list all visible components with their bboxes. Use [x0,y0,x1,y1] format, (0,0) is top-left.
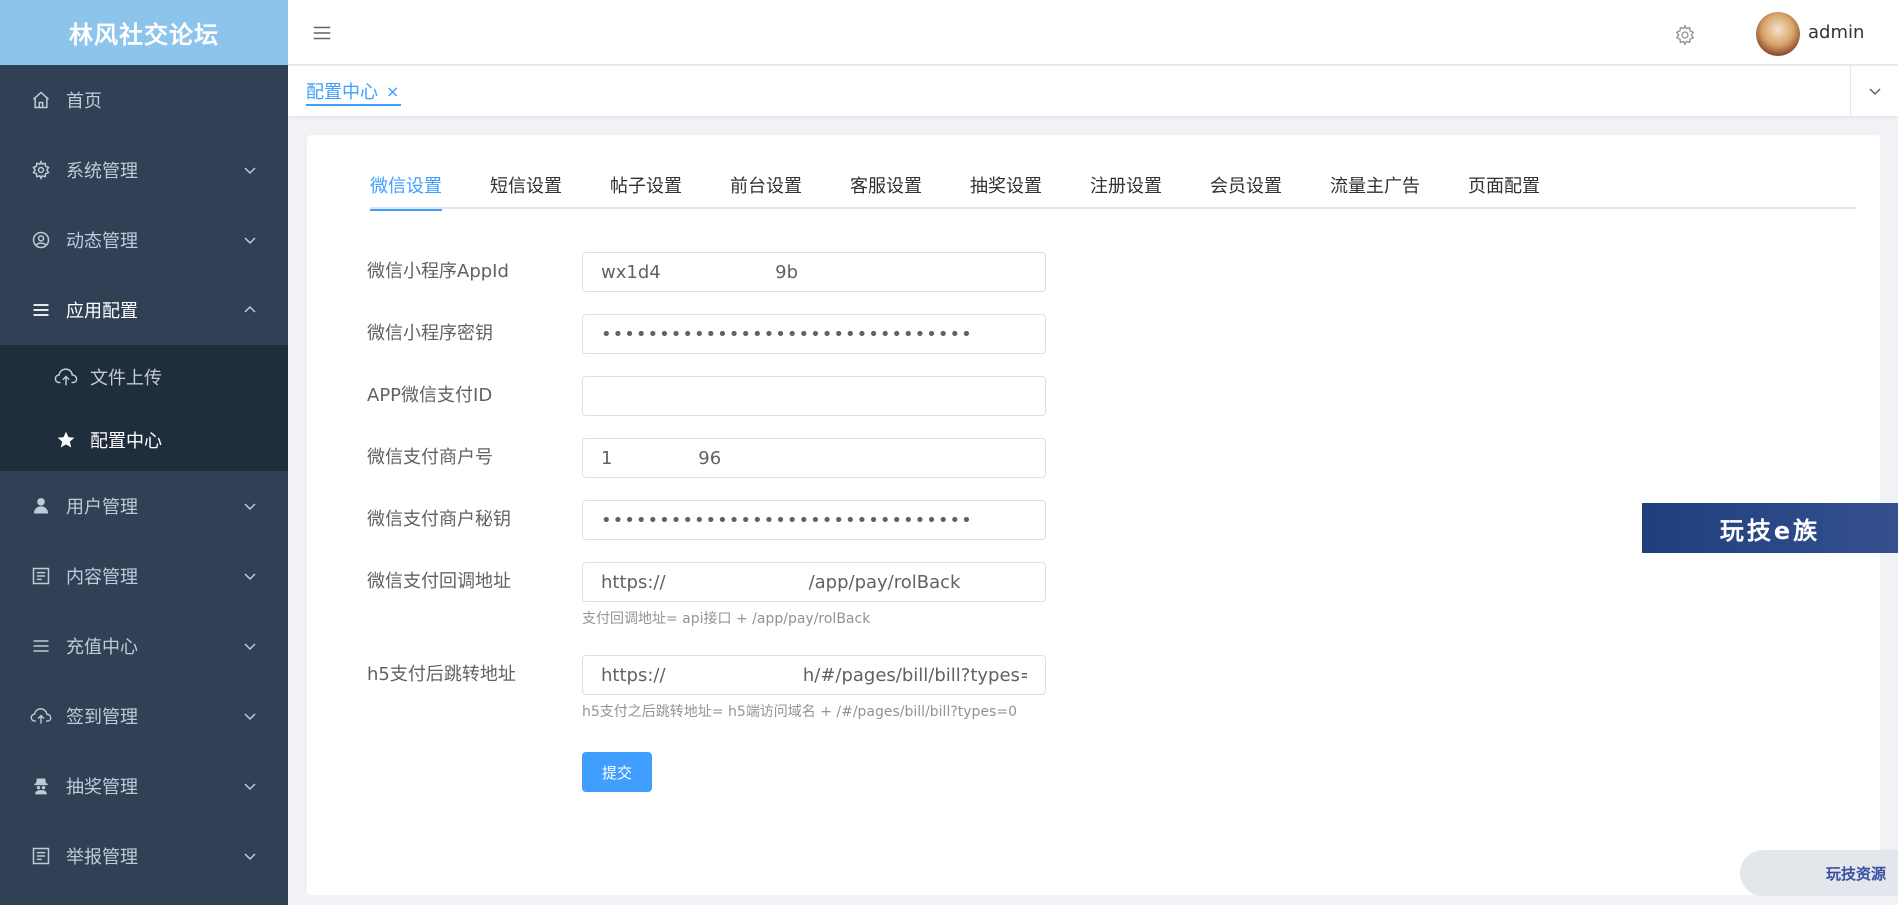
sub-item-label: 文件上传 [90,367,162,389]
tab-posts[interactable]: 帖子设置 [610,173,682,209]
spy-icon [30,775,52,797]
settings-gear-icon[interactable] [1674,24,1696,46]
chevron-down-icon [244,643,256,651]
close-icon[interactable]: × [386,82,399,101]
star-icon [54,428,78,452]
document-icon [30,845,52,867]
app-logo-title: 林风社交论坛 [0,0,288,65]
tag-config-center[interactable]: 配置中心 × [306,78,402,106]
sidebar-item-label: 用户管理 [66,497,138,518]
hamburger-icon[interactable] [311,22,333,44]
tab-traffic-ads[interactable]: 流量主广告 [1330,173,1420,209]
sidebar-menu: 首页 系统管理 动态管理 应用配置 [0,65,288,345]
sidebar-item-home[interactable]: 首页 [0,65,288,135]
mch-id-label: 微信支付商户号 [367,447,493,468]
sidebar: 林风社交论坛 首页 系统管理 动态管理 应用配置 文件上传 配置中心 用户管理 … [0,0,288,905]
tab-lottery[interactable]: 抽奖设置 [970,173,1042,209]
app-pay-id-label: APP微信支付ID [367,385,493,406]
chevron-down-icon [244,853,256,861]
app-pay-id-input[interactable] [582,376,1046,416]
sidebar-item-checkin[interactable]: 签到管理 [0,681,288,751]
document-icon [30,565,52,587]
top-header: admin [288,0,1898,65]
appid-label: 微信小程序AppId [367,261,509,282]
submit-button[interactable]: 提交 [582,752,652,792]
sidebar-item-label: 动态管理 [66,231,138,252]
sidebar-item-dynamics[interactable]: 动态管理 [0,205,288,275]
app-config-submenu: 文件上传 配置中心 [0,345,288,471]
sidebar-item-label: 系统管理 [66,161,138,182]
tab-register[interactable]: 注册设置 [1090,173,1162,209]
callback-hint: 支付回调地址= api接口 + /app/pay/rolBack [582,611,871,627]
sidebar-item-label: 签到管理 [66,707,138,728]
tab-wechat[interactable]: 微信设置 [370,173,442,211]
callback-label: 微信支付回调地址 [367,571,511,592]
watermark-banner: 玩技e族 [1642,503,1898,553]
h5-redirect-label: h5支付后跳转地址 [367,664,516,685]
sidebar-item-app-config[interactable]: 应用配置 [0,275,288,345]
avatar[interactable] [1756,12,1800,56]
gear-icon [30,159,52,181]
tab-frontend[interactable]: 前台设置 [730,173,802,209]
chevron-down-icon [244,713,256,721]
secret-label: 微信小程序密钥 [367,323,493,344]
sidebar-item-system[interactable]: 系统管理 [0,135,288,205]
sidebar-item-content[interactable]: 内容管理 [0,541,288,611]
chevron-down-icon [244,783,256,791]
appid-input[interactable] [582,252,1046,292]
sidebar-item-file-upload[interactable]: 文件上传 [0,345,288,408]
home-icon [30,89,52,111]
sidebar-item-label: 抽奖管理 [66,777,138,798]
watermark-pill: 玩技资源 [1740,850,1898,896]
settings-tabs: 微信设置 短信设置 帖子设置 前台设置 客服设置 抽奖设置 注册设置 会员设置 … [370,173,1856,211]
tab-membership[interactable]: 会员设置 [1210,173,1282,209]
sidebar-item-label: 举报管理 [66,847,138,868]
mch-key-label: 微信支付商户秘钥 [367,509,511,530]
username[interactable]: admin [1808,22,1864,43]
sidebar-item-users[interactable]: 用户管理 [0,471,288,541]
sidebar-item-label: 首页 [66,91,102,112]
chevron-down-icon [244,503,256,511]
sidebar-item-label: 应用配置 [66,301,138,322]
user-circle-icon [30,229,52,251]
tag-label: 配置中心 [306,82,378,103]
tab-page-config[interactable]: 页面配置 [1468,173,1540,209]
chevron-up-icon [244,305,256,313]
chevron-down-icon [244,237,256,245]
list-icon [30,635,52,657]
tab-customer-service[interactable]: 客服设置 [850,173,922,209]
h5-redirect-input[interactable] [582,655,1046,695]
chevron-down-icon [1868,88,1881,96]
sidebar-item-config-center[interactable]: 配置中心 [0,408,288,471]
callback-url-input[interactable] [582,562,1046,602]
mch-id-input[interactable] [582,438,1046,478]
mch-key-input[interactable] [582,500,1046,540]
tags-view-bar: 配置中心 × [288,66,1898,116]
chevron-down-icon [244,167,256,175]
sidebar-item-label: 内容管理 [66,567,138,588]
cloud-upload-icon [54,365,78,389]
sidebar-item-recharge[interactable]: 充值中心 [0,611,288,681]
sidebar-menu-rest: 用户管理 内容管理 充值中心 签到管理 抽奖管理 举报管理 [0,471,288,891]
tab-sms[interactable]: 短信设置 [490,173,562,209]
person-icon [30,495,52,517]
secret-input[interactable] [582,314,1046,354]
chevron-down-icon [244,573,256,581]
sidebar-item-reports[interactable]: 举报管理 [0,821,288,891]
cloud-upload-icon [30,705,52,727]
sub-item-label: 配置中心 [90,430,162,452]
tags-dropdown-button[interactable] [1850,66,1898,116]
list-icon [30,299,52,321]
h5-redirect-hint: h5支付之后跳转地址= h5端访问域名 + /#/pages/bill/bill… [582,704,1017,720]
sidebar-item-lottery[interactable]: 抽奖管理 [0,751,288,821]
sidebar-item-label: 充值中心 [66,637,138,658]
